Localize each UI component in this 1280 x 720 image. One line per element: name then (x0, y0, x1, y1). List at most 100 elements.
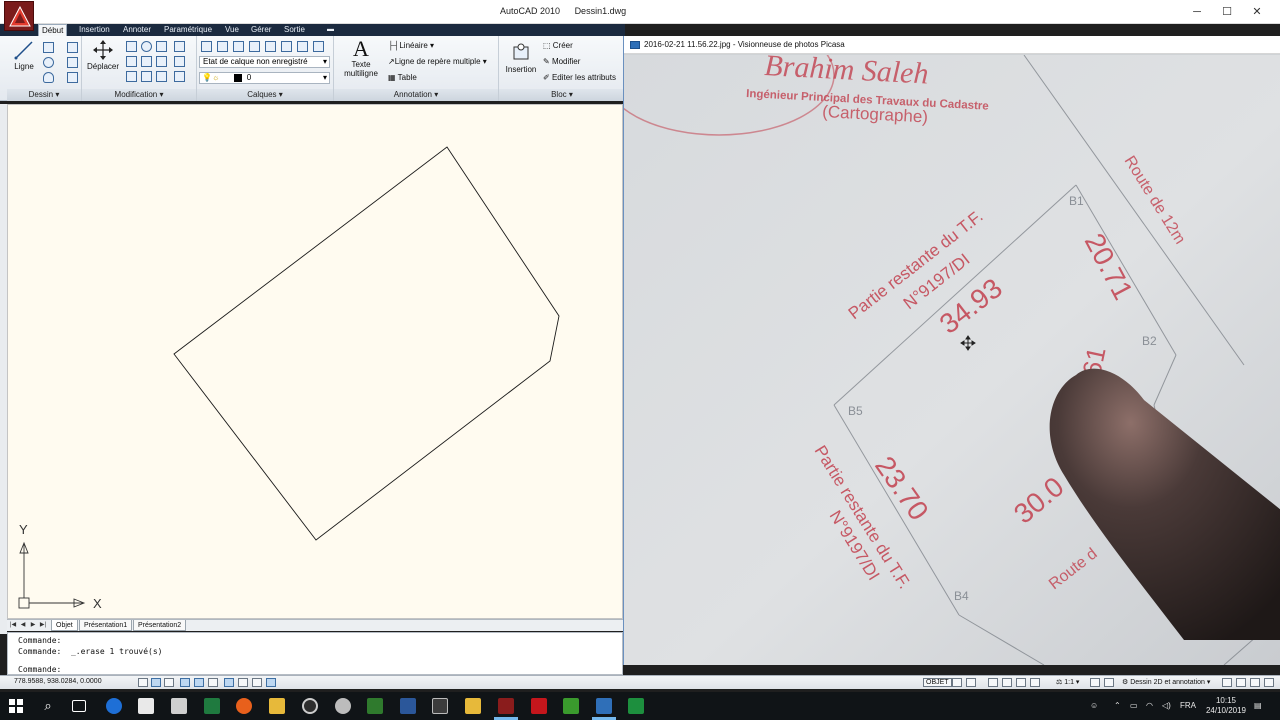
polyline-icon[interactable] (43, 42, 54, 53)
linear-dimension-button[interactable]: ├┤Linéaire ▾ (388, 41, 434, 50)
calculator-icon[interactable] (432, 698, 448, 714)
ducs-toggle-icon[interactable] (224, 678, 234, 687)
tab-debut[interactable]: Début (38, 24, 68, 36)
pan-icon[interactable] (988, 678, 998, 687)
objet-toggle[interactable]: OBJET (923, 678, 952, 687)
layer-match-icon[interactable] (233, 41, 244, 52)
picasa-viewer-window[interactable]: 2016-02-21 11.56.22.jpg - Visionneuse de… (623, 36, 1280, 665)
store-icon[interactable] (138, 698, 154, 714)
isolate-objects-icon[interactable] (1250, 678, 1260, 687)
fillet-icon[interactable] (141, 56, 152, 67)
circle-icon[interactable] (43, 57, 54, 68)
stretch-icon[interactable] (126, 71, 137, 82)
ribbon-minimize-icon[interactable]: ▬ (324, 24, 337, 36)
command-prompt[interactable]: Commande: (18, 664, 61, 675)
hatch-icon[interactable] (67, 72, 78, 83)
dyn-toggle-icon[interactable] (238, 678, 248, 687)
layer-isolate-icon[interactable] (265, 41, 276, 52)
word-icon[interactable] (400, 698, 416, 714)
network-icon[interactable]: ▭ (1130, 701, 1138, 710)
tab-insertion[interactable]: Insertion (76, 24, 113, 36)
group-label-annotation[interactable]: Annotation ▾ (334, 89, 498, 101)
clean-screen-icon[interactable] (1264, 678, 1274, 687)
tab-presentation2[interactable]: Présentation2 (133, 620, 187, 631)
table-button[interactable]: ▦ Table (388, 73, 417, 82)
minimize-button[interactable]: ─ (1188, 3, 1206, 21)
cadastral-photo[interactable]: Brahim Saleh Ingénieur Principal des Tra… (624, 55, 1280, 665)
workspace-select[interactable]: ⚙ Dessin 2D et annotation ▾ (1122, 678, 1210, 686)
next-tab-icon[interactable]: ▶ (29, 621, 37, 630)
lock-icon[interactable] (1222, 678, 1232, 687)
ellipse-icon[interactable] (43, 72, 54, 83)
multileader-button[interactable]: ↗Ligne de repère multiple ▾ (388, 57, 487, 66)
otrack-toggle-icon[interactable] (208, 678, 218, 687)
group-label-modification[interactable]: Modification ▾ (82, 89, 196, 101)
recorder-icon[interactable] (628, 698, 644, 714)
camtasia-icon[interactable] (563, 698, 579, 714)
layer-off-icon[interactable] (313, 41, 324, 52)
copy-icon[interactable] (126, 41, 137, 52)
move-button[interactable]: Déplacer (86, 40, 120, 71)
people-icon[interactable]: ☺ (1090, 701, 1098, 710)
auto-scale-icon[interactable] (1104, 678, 1114, 687)
close-button[interactable]: ✕ (1248, 3, 1266, 21)
language-indicator[interactable]: FRA (1180, 701, 1196, 710)
edit-attributes-button[interactable]: ✐ Editer les attributs (543, 73, 616, 82)
picasa-taskbar-icon[interactable] (596, 698, 612, 714)
notifications-icon[interactable]: ▤ (1254, 701, 1262, 710)
steering-wheel-icon[interactable] (1016, 678, 1026, 687)
osnap-toggle-icon[interactable] (194, 678, 204, 687)
multiline-text-button[interactable]: A Texte multiligne (338, 38, 384, 79)
tab-gerer[interactable]: Gérer (248, 24, 274, 36)
windows-start-icon[interactable] (8, 698, 24, 714)
app-icon-2[interactable] (367, 698, 383, 714)
tab-presentation1[interactable]: Présentation1 (79, 620, 133, 631)
wifi-icon[interactable]: ◠ (1146, 701, 1153, 710)
volume-icon[interactable]: ◁) (1162, 701, 1171, 710)
first-tab-icon[interactable]: |◀ (9, 621, 17, 630)
offset-icon[interactable] (174, 71, 185, 82)
tab-sortie[interactable]: Sortie (281, 24, 308, 36)
excel-icon[interactable] (204, 698, 220, 714)
grid-toggle-icon[interactable] (151, 678, 161, 687)
tab-objet[interactable]: Objet (51, 620, 78, 631)
quick-view-drawings-icon[interactable] (966, 678, 976, 687)
showmotion-icon[interactable] (1030, 678, 1040, 687)
layer-unisolate-icon[interactable] (281, 41, 292, 52)
trim-icon[interactable] (156, 41, 167, 52)
layer-properties-icon[interactable] (201, 41, 212, 52)
edit-block-button[interactable]: ✎ Modifier (543, 57, 580, 66)
media-player-icon[interactable] (302, 698, 318, 714)
tab-parametrique[interactable]: Paramétrique (161, 24, 215, 36)
folder-icon[interactable] (465, 698, 481, 714)
polar-toggle-icon[interactable] (180, 678, 190, 687)
group-label-dessin[interactable]: Dessin ▾ (7, 89, 81, 101)
qp-toggle-icon[interactable] (266, 678, 276, 687)
autocad-logo-icon[interactable] (4, 1, 34, 31)
search-icon[interactable]: ⌕ (40, 698, 56, 714)
arc-icon[interactable] (67, 42, 78, 53)
layer-previous-icon[interactable] (249, 41, 260, 52)
drawing-canvas[interactable]: Y X (7, 104, 623, 619)
parcel-polyline[interactable] (173, 146, 560, 541)
group-label-bloc[interactable]: Bloc ▾ (499, 89, 625, 101)
layer-freeze-icon[interactable] (297, 41, 308, 52)
quick-view-layouts-icon[interactable] (952, 678, 962, 687)
task-view-icon[interactable] (72, 700, 86, 712)
array-icon[interactable] (156, 71, 167, 82)
last-tab-icon[interactable]: ▶| (39, 621, 47, 630)
pdf-reader-icon[interactable] (531, 698, 547, 714)
insert-block-button[interactable]: Insertion (503, 41, 539, 74)
hardware-accel-icon[interactable] (1236, 678, 1246, 687)
maximize-button[interactable]: ☐ (1218, 3, 1236, 21)
ortho-toggle-icon[interactable] (164, 678, 174, 687)
firefox-icon[interactable] (236, 698, 252, 714)
snap-toggle-icon[interactable] (138, 678, 148, 687)
rotate-icon[interactable] (141, 41, 152, 52)
explode-icon[interactable] (156, 56, 167, 67)
edge-browser-icon[interactable] (106, 698, 122, 714)
lwt-toggle-icon[interactable] (252, 678, 262, 687)
mirror-icon[interactable] (126, 56, 137, 67)
layer-state-icon[interactable] (217, 41, 228, 52)
create-block-button[interactable]: ⬚ Créer (543, 41, 573, 50)
